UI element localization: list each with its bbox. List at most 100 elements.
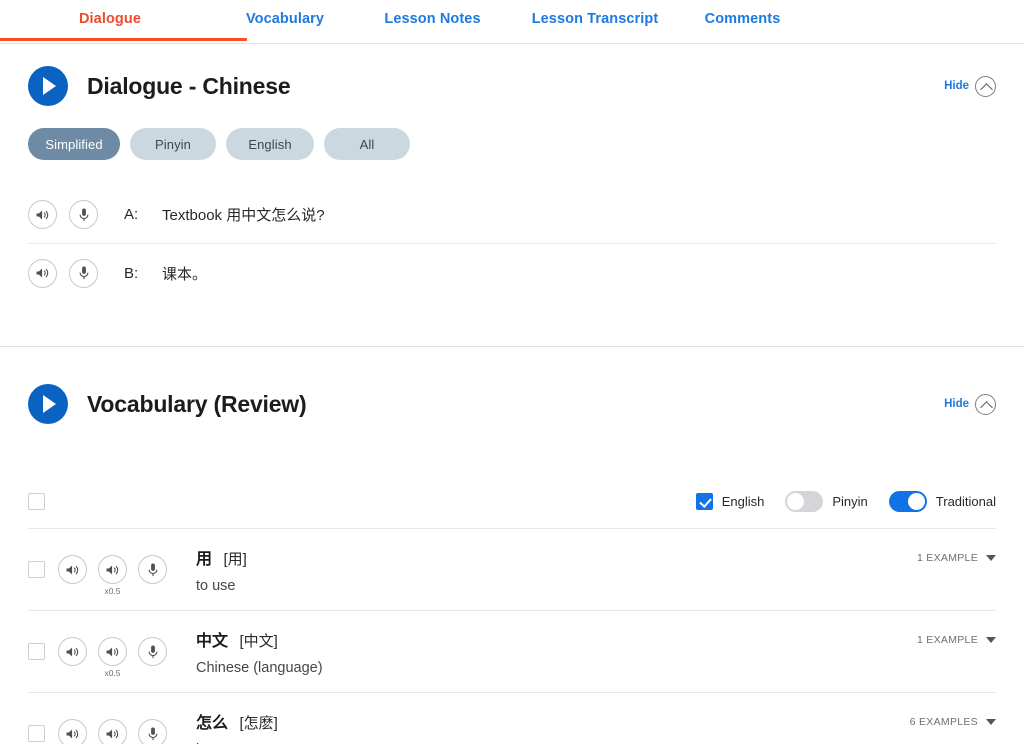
tab-lesson-notes-label: Lesson Notes xyxy=(384,11,481,27)
chevron-up-circle-icon xyxy=(975,393,996,415)
speaker-icon[interactable] xyxy=(28,200,57,229)
vocabulary-section: Vocabulary (Review) Hide English Pinyin … xyxy=(0,347,1024,744)
tab-comments-label: Comments xyxy=(704,11,781,27)
vocabulary-row-checkbox[interactable] xyxy=(28,561,45,578)
play-icon[interactable] xyxy=(28,66,68,106)
vocabulary-definition: Chinese (language) xyxy=(196,660,323,676)
filter-all-label: All xyxy=(359,136,375,152)
toggle-pinyin-label: Pinyin xyxy=(832,493,868,509)
speaker-slow-icon[interactable] xyxy=(98,555,127,584)
dialogue-hide-toggle[interactable]: Hide xyxy=(944,75,996,97)
vocabulary-row-icons: x0.5 xyxy=(58,719,167,744)
dialogue-section-header: Dialogue - Chinese Hide xyxy=(28,66,996,106)
caret-down-icon xyxy=(986,719,996,725)
dialogue-speaker: A: xyxy=(124,206,139,223)
dialogue-section: Dialogue - Chinese Hide Simplified Pinyi… xyxy=(0,44,1024,302)
tab-vocabulary-label: Vocabulary xyxy=(245,11,325,27)
microphone-icon[interactable] xyxy=(69,258,98,288)
dialogue-hide-label: Hide xyxy=(944,80,969,92)
vocabulary-hide-label: Hide xyxy=(944,398,969,410)
filter-simplified[interactable]: Simplified xyxy=(28,128,120,160)
slow-audio-control: x0.5 xyxy=(98,555,127,596)
tab-lesson-transcript-label: Lesson Transcript xyxy=(531,11,659,27)
vocabulary-row: x0.5 用 [用] to use 1 EXAMPLE xyxy=(28,528,996,610)
filter-english-label: English xyxy=(248,136,292,152)
display-option-toggles: English Pinyin Traditional xyxy=(695,490,996,512)
vocabulary-examples-toggle[interactable]: 1 EXAMPLE xyxy=(917,634,996,646)
dialogue-text: 课本。 xyxy=(162,265,208,283)
toggle-traditional-label: Traditional xyxy=(935,493,996,509)
toggle-english-checkbox[interactable] xyxy=(695,492,713,510)
speaker-icon[interactable] xyxy=(58,637,87,666)
microphone-icon[interactable] xyxy=(138,719,167,744)
vocabulary-examples-label: 1 EXAMPLE xyxy=(916,634,978,646)
vocabulary-examples-label: 1 EXAMPLE xyxy=(916,552,978,564)
vocabulary-row-icons: x0.5 xyxy=(58,637,167,678)
tab-dialogue[interactable]: Dialogue xyxy=(0,11,247,41)
vocabulary-row-icons: x0.5 xyxy=(58,555,167,596)
microphone-icon[interactable] xyxy=(138,637,167,666)
vocabulary-word: 中文 xyxy=(196,633,229,650)
slow-audio-label: x0.5 xyxy=(104,586,121,596)
caret-down-icon xyxy=(986,555,996,561)
lesson-tab-bar: Dialogue Vocabulary Lesson Notes Lesson … xyxy=(0,0,1024,44)
vocabulary-examples-toggle[interactable]: 1 EXAMPLE xyxy=(917,552,996,564)
caret-down-icon xyxy=(986,637,996,643)
toggle-pinyin-switch[interactable] xyxy=(785,490,824,512)
slow-audio-control: x0.5 xyxy=(98,719,127,744)
dialogue-line: B: 课本。 xyxy=(28,244,996,302)
microphone-icon[interactable] xyxy=(69,200,98,229)
vocabulary-row-checkbox[interactable] xyxy=(28,725,45,742)
dialogue-display-filters: Simplified Pinyin English All xyxy=(28,128,996,160)
vocabulary-row: x0.5 怎么 [怎麽] how 6 EXAMPLES xyxy=(28,692,996,744)
filter-pinyin-label: Pinyin xyxy=(154,136,191,152)
vocabulary-row: x0.5 中文 [中文] Chinese (language) 1 EXAMPL… xyxy=(28,610,996,692)
filter-simplified-label: Simplified xyxy=(45,136,103,152)
play-icon[interactable] xyxy=(28,384,68,424)
dialogue-section-title: Dialogue - Chinese xyxy=(87,72,291,99)
tab-lesson-notes[interactable]: Lesson Notes xyxy=(350,11,515,40)
vocabulary-section-header: Vocabulary (Review) Hide xyxy=(28,384,996,424)
microphone-icon[interactable] xyxy=(138,555,167,584)
speaker-icon[interactable] xyxy=(58,719,87,744)
speaker-slow-icon[interactable] xyxy=(98,637,127,666)
chevron-up-circle-icon xyxy=(975,75,996,97)
slow-audio-control: x0.5 xyxy=(98,637,127,678)
filter-pinyin[interactable]: Pinyin xyxy=(130,128,216,160)
dialogue-lines: A: Textbook 用中文怎么说? B: 课本。 xyxy=(28,186,996,302)
vocabulary-definition: to use xyxy=(196,578,236,594)
speaker-icon[interactable] xyxy=(58,555,87,584)
vocabulary-hide-toggle[interactable]: Hide xyxy=(944,393,996,415)
vocabulary-word-line: 怎么 [怎麽] xyxy=(196,709,278,733)
vocabulary-row-text: 中文 [中文] Chinese (language) xyxy=(196,627,323,676)
dialogue-speaker: B: xyxy=(124,264,139,282)
toggle-english-label: English xyxy=(721,493,765,509)
dialogue-text: Textbook 用中文怎么说? xyxy=(162,207,325,224)
vocabulary-traditional: [用] xyxy=(223,551,247,568)
select-all-checkbox[interactable] xyxy=(28,492,45,510)
slow-audio-label: x0.5 xyxy=(104,668,121,678)
tab-dialogue-label: Dialogue xyxy=(78,11,142,27)
tab-comments[interactable]: Comments xyxy=(675,11,810,40)
vocabulary-word: 怎么 xyxy=(196,715,229,732)
vocabulary-row-text: 用 [用] to use xyxy=(196,545,247,594)
speaker-icon[interactable] xyxy=(28,258,57,288)
vocabulary-examples-toggle[interactable]: 6 EXAMPLES xyxy=(910,716,996,728)
dialogue-line: A: Textbook 用中文怎么说? xyxy=(28,186,996,244)
vocabulary-traditional: [中文] xyxy=(239,633,278,650)
vocabulary-row-checkbox[interactable] xyxy=(28,643,45,660)
vocabulary-controls: English Pinyin Traditional xyxy=(28,474,996,528)
vocabulary-word-line: 用 [用] xyxy=(196,545,247,569)
vocabulary-examples-label: 6 EXAMPLES xyxy=(909,716,978,728)
filter-all[interactable]: All xyxy=(324,128,410,160)
speaker-slow-icon[interactable] xyxy=(98,719,127,744)
vocabulary-section-title: Vocabulary (Review) xyxy=(87,390,307,417)
toggle-traditional-switch[interactable] xyxy=(888,490,927,512)
tab-vocabulary[interactable]: Vocabulary xyxy=(220,11,350,40)
vocabulary-traditional: [怎麽] xyxy=(239,715,278,732)
vocabulary-word-line: 中文 [中文] xyxy=(196,627,323,651)
filter-english[interactable]: English xyxy=(226,128,314,160)
tab-lesson-transcript[interactable]: Lesson Transcript xyxy=(515,11,675,40)
vocabulary-row-text: 怎么 [怎麽] how xyxy=(196,709,278,744)
vocabulary-word: 用 xyxy=(196,551,213,568)
